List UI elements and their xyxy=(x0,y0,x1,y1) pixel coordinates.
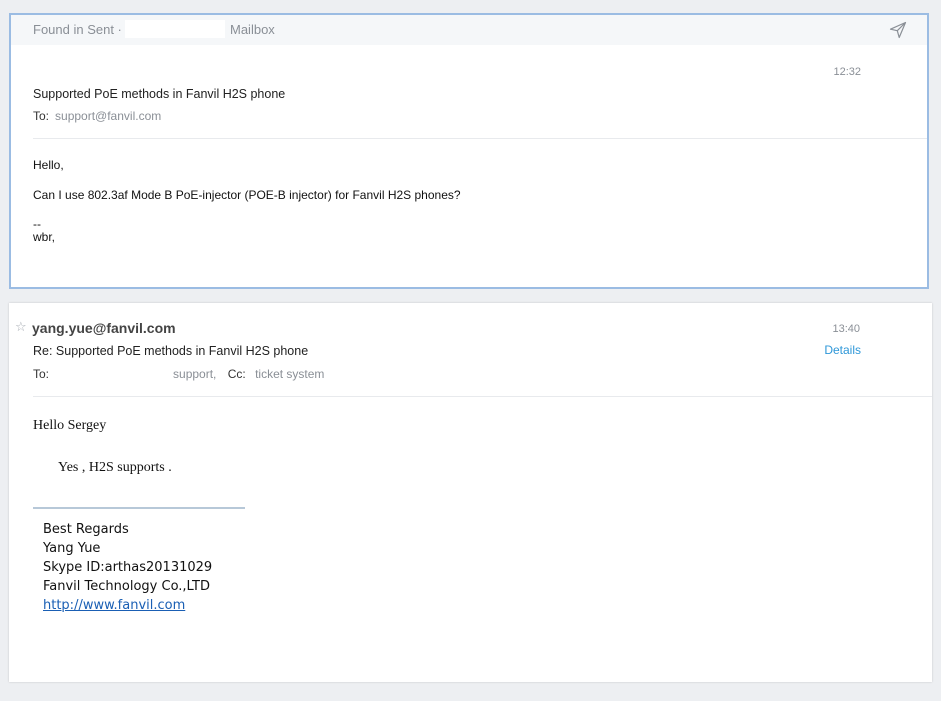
signature-sign-off: wbr, xyxy=(33,230,56,244)
reply-text: Yes , H2S supports . xyxy=(58,460,172,475)
star-icon[interactable]: ☆ xyxy=(15,320,27,335)
message-body: Hello, Can I use 802.3af Mode B PoE-inje… xyxy=(33,158,461,245)
message-location-bar: Found in Sent · Mailbox xyxy=(11,15,927,45)
header-divider xyxy=(33,138,927,139)
sender-address[interactable]: yang.yue@fanvil.com xyxy=(32,320,176,336)
cc-label: Cc: xyxy=(227,367,246,381)
body-greeting: Hello, xyxy=(33,158,64,172)
signature-dash: -- xyxy=(33,217,41,231)
signature-rule xyxy=(33,507,245,509)
message-subject: Supported PoE methods in Fanvil H2S phon… xyxy=(33,87,286,101)
cc-recipient[interactable]: ticket system xyxy=(255,367,324,381)
signature-block: Best Regards Yang Yue Skype ID:arthas201… xyxy=(43,520,212,615)
recipients-line: To: support, Cc: ticket system xyxy=(33,367,324,381)
signature-company: Fanvil Technology Co.,LTD xyxy=(43,579,210,594)
sent-message-card[interactable]: Found in Sent · Mailbox 12:32 Supported … xyxy=(9,13,929,289)
redacted-mailbox-name xyxy=(125,20,225,38)
signature-skype: Skype ID:arthas20131029 xyxy=(43,560,213,575)
to-label: To: xyxy=(33,109,50,123)
signature-name: Yang Yue xyxy=(43,541,101,556)
message-time: 13:40 xyxy=(832,323,860,335)
reply-message-card[interactable]: ☆ yang.yue@fanvil.com 13:40 Details Re: … xyxy=(9,303,932,682)
reply-greeting: Hello Sergey xyxy=(33,418,107,433)
signature-regards: Best Regards xyxy=(43,522,129,537)
message-time: 12:32 xyxy=(833,66,861,78)
to-recipient[interactable]: support, xyxy=(173,367,216,381)
to-recipient[interactable]: support@fanvil.com xyxy=(55,109,161,123)
found-in-label: Found in Sent · xyxy=(33,22,122,37)
to-line: To: support@fanvil.com xyxy=(33,109,161,123)
website-link[interactable]: http://www.fanvil.com xyxy=(43,598,185,613)
body-question: Can I use 802.3af Mode B PoE-injector (P… xyxy=(33,188,461,202)
header-divider xyxy=(33,396,932,397)
mailbox-label: Mailbox xyxy=(230,22,275,37)
message-subject: Re: Supported PoE methods in Fanvil H2S … xyxy=(33,344,309,358)
paper-plane-icon[interactable] xyxy=(889,21,907,39)
details-link[interactable]: Details xyxy=(824,343,861,357)
to-label: To: xyxy=(33,367,50,381)
